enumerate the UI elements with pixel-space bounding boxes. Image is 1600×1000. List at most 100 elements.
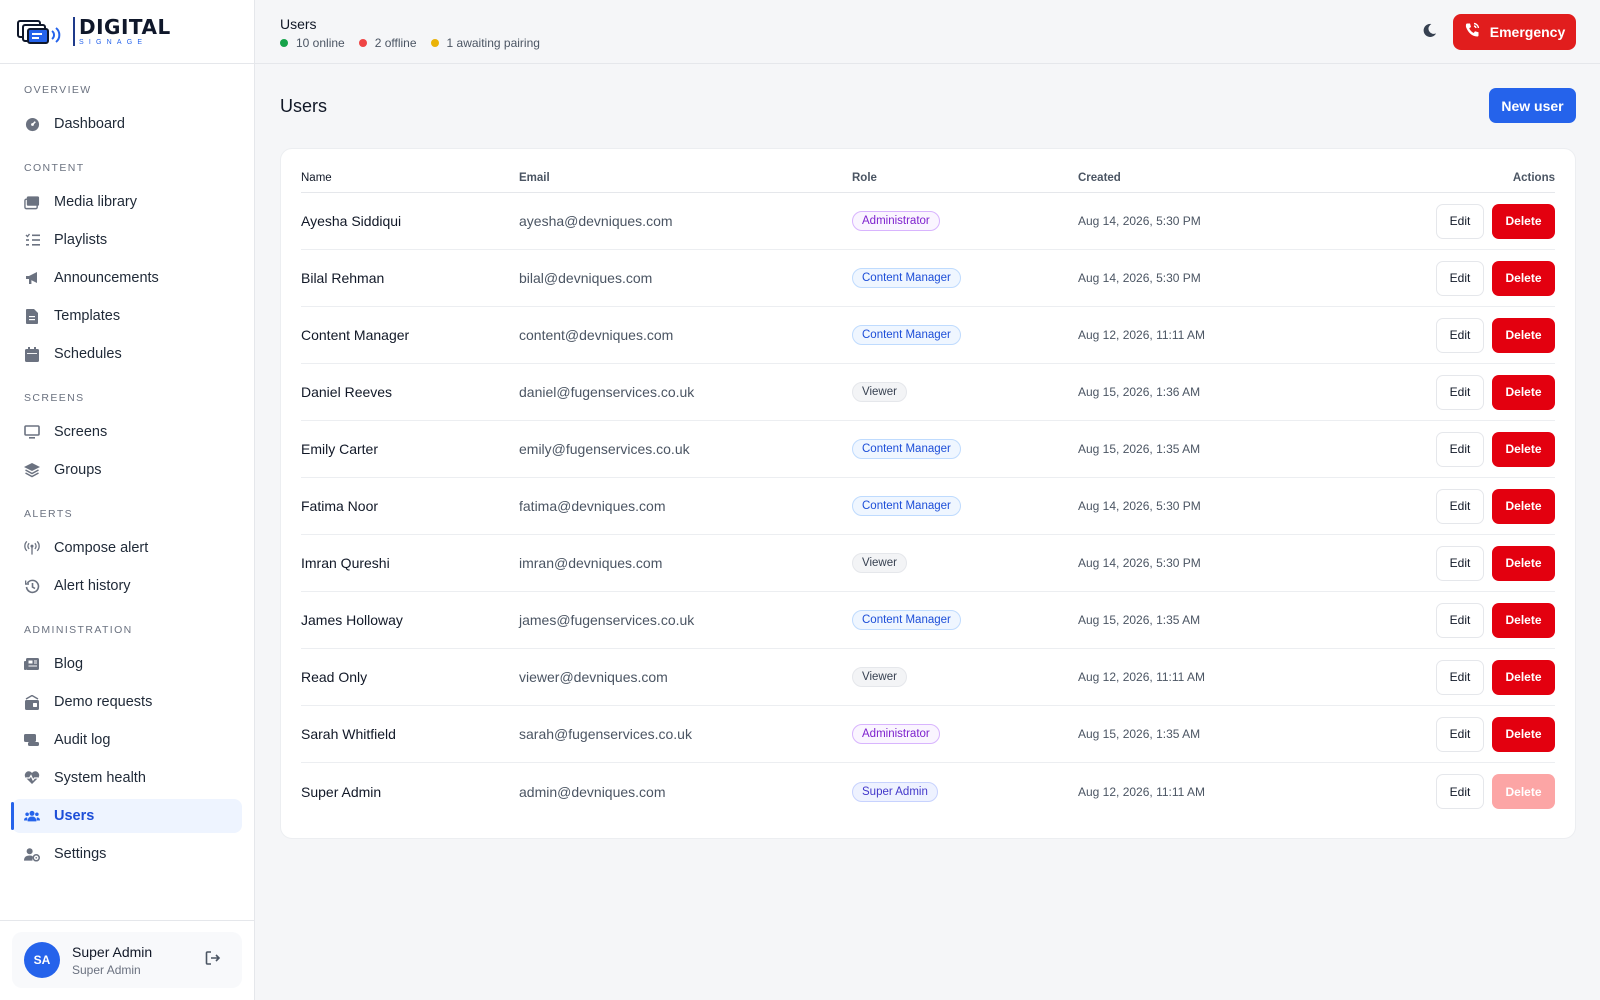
sidebar-item-dashboard[interactable]: Dashboard [12, 107, 242, 141]
delete-button[interactable]: Delete [1492, 260, 1555, 296]
sidebar-item-media-library[interactable]: Media library [12, 185, 242, 219]
sidebar-item-label: Alert history [54, 578, 131, 594]
user-role-cell: Content Manager [852, 496, 1078, 516]
delete-button[interactable]: Delete [1492, 716, 1555, 752]
user-created-cell: Aug 15, 2026, 1:35 AM [1078, 613, 1201, 627]
topbar-title: Users [280, 16, 317, 32]
row-actions: Edit Delete [1278, 317, 1555, 353]
sidebar-item-alert-history[interactable]: Alert history [12, 569, 242, 603]
user-name-cell: James Holloway [301, 612, 403, 628]
user-created-cell: Aug 12, 2026, 11:11 AM [1078, 328, 1205, 342]
delete-button[interactable]: Delete [1492, 659, 1555, 695]
user-name-cell: Fatima Noor [301, 498, 379, 514]
edit-button[interactable]: Edit [1436, 716, 1484, 752]
edit-button[interactable]: Edit [1436, 317, 1484, 353]
table-row: Super Admin admin@devniques.com Super Admi… [301, 763, 1555, 820]
calendar-icon [24, 346, 40, 362]
user-created-cell: Aug 15, 2026, 1:35 AM [1078, 727, 1201, 741]
role-badge: Administrator [852, 211, 940, 231]
table-row: Read Only viewer@devniques.com Viewer Aug 1… [301, 649, 1555, 706]
edit-button[interactable]: Edit [1436, 774, 1484, 809]
sidebar-item-label: Users [54, 808, 95, 824]
column-header-actions: Actions [1512, 172, 1555, 184]
user-name-cell: Content Manager [301, 327, 410, 343]
logout-button[interactable] [198, 945, 228, 975]
monitor-icon [24, 424, 40, 440]
theme-toggle-button[interactable] [1418, 22, 1440, 44]
sidebar-item-playlists[interactable]: Playlists [12, 223, 242, 257]
sidebar-item-users[interactable]: Users [11, 799, 242, 833]
edit-button[interactable]: Edit [1436, 260, 1484, 296]
user-email-cell: ayesha@devniques.com [519, 213, 673, 229]
emergency-button[interactable]: Emergency [1453, 14, 1576, 50]
sidebar-item-screens[interactable]: Screens [12, 415, 242, 449]
user-email-cell: emily@fugenservices.co.uk [519, 441, 690, 457]
sidebar: DIGITAL SIGNAGE OVERVIEW Dashboard CONTE… [0, 0, 255, 1000]
user-created-cell: Aug 12, 2026, 11:11 AM [1078, 784, 1205, 799]
user-email-cell: imran@devniques.com [519, 555, 663, 571]
delete-button[interactable]: Delete [1492, 545, 1555, 581]
delete-button[interactable]: Delete [1492, 203, 1555, 239]
current-user-card: SA Super Admin Super Admin [12, 932, 242, 988]
delete-button[interactable]: Delete [1492, 317, 1555, 353]
brand-logo[interactable]: DIGITAL SIGNAGE [0, 0, 254, 64]
user-name-cell: Daniel Reeves [301, 384, 393, 400]
user-name-cell: Super Admin [301, 783, 382, 800]
table-row: Fatima Noor fatima@devniques.com Content M… [301, 478, 1555, 535]
user-email-cell: content@devniques.com [519, 327, 674, 343]
delete-button[interactable]: Delete [1492, 488, 1555, 524]
sidebar-item-label: Demo requests [54, 694, 153, 710]
sidebar-item-blog[interactable]: Blog [12, 647, 242, 681]
edit-button[interactable]: Edit [1436, 602, 1484, 638]
nav-section-administration: ADMINISTRATION [24, 624, 133, 636]
edit-button[interactable]: Edit [1436, 659, 1484, 695]
sidebar-item-label: Dashboard [54, 116, 125, 132]
user-gear-icon [24, 846, 40, 862]
sidebar-item-label: Playlists [54, 232, 108, 248]
sidebar-item-label: Schedules [54, 346, 122, 362]
user-role-cell: Content Manager [852, 439, 1078, 459]
role-badge: Content Manager [852, 268, 961, 288]
column-header-name: Name [301, 172, 332, 184]
user-role-cell: Administrator [852, 724, 1078, 744]
user-email-cell: admin@devniques.com [519, 783, 666, 800]
brand-name: DIGITAL [79, 15, 171, 39]
edit-button[interactable]: Edit [1436, 203, 1484, 239]
user-name-cell: Ayesha Siddiqui [301, 213, 402, 229]
current-user-role: Super Admin [72, 962, 141, 977]
edit-button[interactable]: Edit [1436, 545, 1484, 581]
table-row: Daniel Reeves daniel@fugenservices.co.uk V… [301, 364, 1555, 421]
sidebar-item-system-health[interactable]: System health [12, 761, 242, 795]
sidebar-item-announcements[interactable]: Announcements [12, 261, 242, 295]
delete-button[interactable]: Delete [1492, 431, 1555, 467]
broadcast-icon [24, 540, 40, 556]
sidebar-item-label: Settings [54, 846, 107, 862]
current-user-name: Super Admin [72, 943, 153, 960]
user-role-cell: Super Admin [852, 781, 1078, 802]
user-email-cell: daniel@fugenservices.co.uk [519, 384, 695, 400]
edit-button[interactable]: Edit [1436, 374, 1484, 410]
status-offline-label: 2 offline [374, 36, 417, 50]
avatar: SA [24, 942, 60, 978]
edit-button[interactable]: Edit [1436, 431, 1484, 467]
sidebar-item-audit-log[interactable]: Audit log [12, 723, 242, 757]
row-actions: Edit Delete [1278, 203, 1555, 239]
status-awaiting: 1 awaiting pairing [430, 36, 540, 50]
new-user-button[interactable]: New user [1489, 88, 1576, 123]
sidebar-item-label: Groups [54, 462, 102, 478]
role-badge: Administrator [852, 724, 940, 744]
sidebar-item-settings[interactable]: Settings [12, 837, 242, 871]
sidebar-item-label: Audit log [54, 732, 111, 748]
role-badge: Content Manager [852, 325, 961, 345]
edit-button[interactable]: Edit [1436, 488, 1484, 524]
delete-button[interactable]: Delete [1492, 374, 1555, 410]
heartbeat-icon [24, 770, 40, 786]
sidebar-item-templates[interactable]: Templates [12, 299, 242, 333]
sidebar-item-compose-alert[interactable]: Compose alert [12, 531, 242, 565]
sidebar-item-groups[interactable]: Groups [12, 453, 242, 487]
sidebar-item-schedules[interactable]: Schedules [12, 337, 242, 371]
sidebar-item-demo-requests[interactable]: Demo requests [12, 685, 242, 719]
delete-button[interactable]: Delete [1492, 602, 1555, 638]
online-dot-icon [280, 39, 288, 47]
current-user-panel: SA Super Admin Super Admin [0, 920, 254, 1000]
